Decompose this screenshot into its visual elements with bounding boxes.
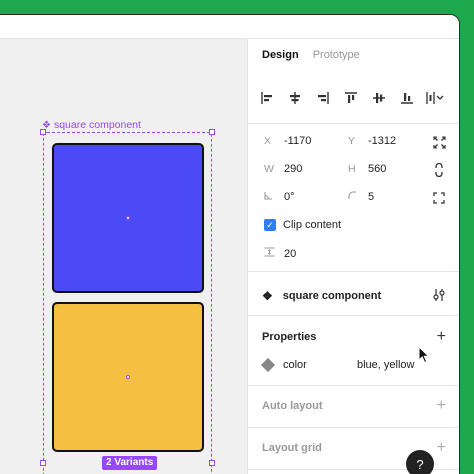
center-point	[126, 216, 130, 220]
rotation-field[interactable]: 0°	[264, 191, 295, 203]
divider	[248, 123, 459, 124]
align-vertical-center-icon[interactable]	[370, 89, 388, 107]
component-set-label[interactable]: ❖ square component	[42, 119, 141, 131]
clip-content-checkbox[interactable]: ✓	[264, 219, 276, 231]
resize-handle-bottom-left[interactable]	[40, 460, 46, 466]
variant-property-icon	[260, 357, 276, 373]
y-field[interactable]: Y -1312	[348, 135, 396, 147]
variant-blue-square[interactable]	[52, 143, 204, 293]
component-settings-icon[interactable]	[432, 288, 446, 302]
property-row-color[interactable]: color	[260, 357, 307, 373]
add-property-icon[interactable]: +	[437, 329, 446, 345]
property-name: color	[283, 359, 307, 371]
top-bar	[0, 15, 459, 39]
add-layout-grid-icon[interactable]: +	[437, 440, 446, 456]
x-value: -1170	[284, 135, 312, 147]
center-point	[126, 375, 130, 379]
variants-badge: 2 Variants	[102, 456, 158, 470]
align-horizontal-center-icon[interactable]	[286, 89, 304, 107]
resize-handle-top-left[interactable]	[40, 129, 46, 135]
property-value[interactable]: blue, yellow	[357, 359, 414, 371]
divider	[248, 315, 459, 316]
clip-content-label: Clip content	[283, 219, 342, 231]
y-value: -1312	[368, 135, 397, 147]
properties-title: Properties	[262, 331, 317, 343]
divider	[248, 427, 459, 428]
spacing-icon	[264, 247, 275, 260]
x-label: X	[264, 135, 272, 147]
tab-prototype[interactable]: Prototype	[313, 49, 360, 61]
component-set-name: square component	[53, 119, 141, 131]
y-label: Y	[348, 135, 356, 147]
app-window: ❖ square component 2 Variants Design Pro…	[0, 14, 460, 474]
distribute-icon[interactable]	[426, 89, 444, 107]
align-left-icon[interactable]	[258, 89, 276, 107]
mouse-cursor-icon	[418, 346, 430, 364]
clip-content-row[interactable]: ✓ Clip content	[264, 219, 341, 231]
divider	[248, 271, 459, 272]
rotation-icon	[264, 191, 274, 203]
constrain-proportions-icon[interactable]	[432, 163, 446, 177]
add-auto-layout-icon[interactable]: +	[437, 398, 446, 414]
divider	[248, 385, 459, 386]
x-field[interactable]: X -1170	[264, 135, 311, 147]
help-button[interactable]: ?	[406, 450, 434, 474]
align-top-icon[interactable]	[342, 89, 360, 107]
component-icon: ❖	[262, 289, 273, 303]
canvas[interactable]: ❖ square component 2 Variants	[0, 39, 247, 474]
height-field[interactable]: H 560	[348, 163, 386, 175]
alignment-toolbar	[258, 89, 444, 107]
radius-value: 5	[368, 191, 375, 203]
spacing-field[interactable]: 20	[264, 247, 296, 260]
resize-handle-bottom-right[interactable]	[209, 460, 215, 466]
auto-layout-title: Auto layout	[262, 400, 323, 412]
spacing-value: 20	[284, 247, 297, 260]
variant-yellow-square[interactable]	[52, 302, 204, 452]
design-panel: Design Prototype X -1170 Y -1312 W 290 H…	[247, 39, 459, 474]
w-value: 290	[284, 163, 303, 175]
tab-design[interactable]: Design	[262, 49, 299, 61]
panel-tabs: Design Prototype	[262, 49, 360, 61]
resize-handle-top-right[interactable]	[209, 129, 215, 135]
w-label: W	[264, 163, 274, 175]
width-field[interactable]: W 290	[264, 163, 302, 175]
component-name: square component	[282, 290, 382, 302]
corner-radius-icon	[348, 191, 358, 203]
corner-radius-field[interactable]: 5	[348, 191, 374, 203]
align-bottom-icon[interactable]	[398, 89, 416, 107]
component-row[interactable]: ❖ square component	[262, 289, 381, 303]
constraints-icon[interactable]	[432, 135, 446, 149]
layout-grid-title: Layout grid	[262, 442, 322, 454]
independent-corners-icon[interactable]	[432, 191, 446, 205]
h-value: 560	[368, 163, 387, 175]
align-right-icon[interactable]	[314, 89, 332, 107]
h-label: H	[348, 163, 356, 175]
rotation-value: 0°	[284, 191, 295, 203]
